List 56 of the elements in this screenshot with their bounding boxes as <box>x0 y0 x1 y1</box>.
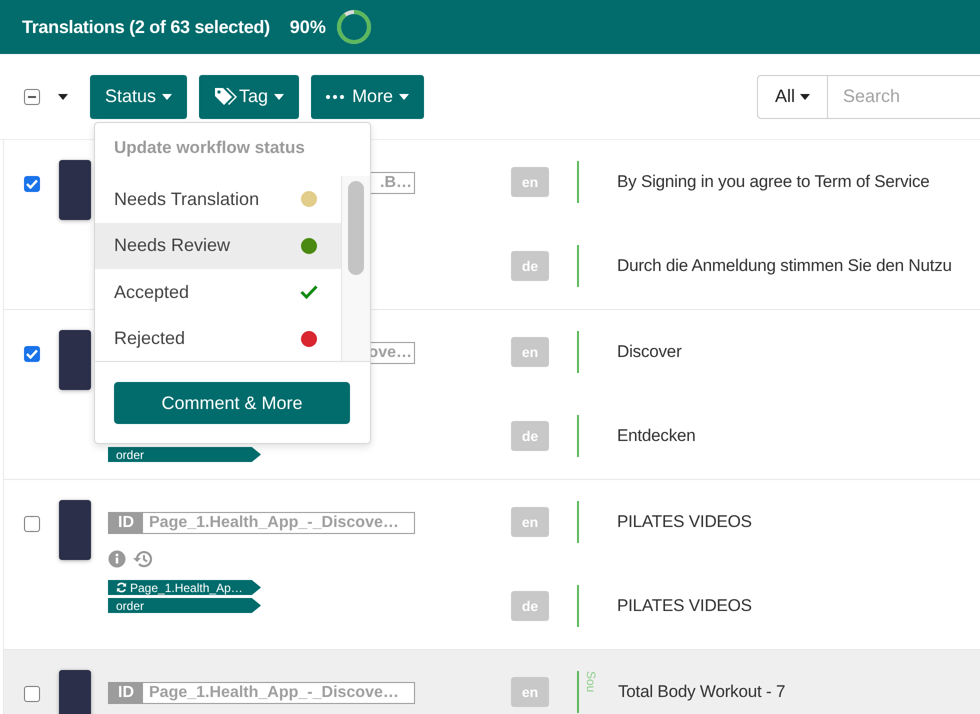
translation-text: Durch die Anmeldung stimmen Sie den Nutzu <box>617 256 952 276</box>
status-bar-line <box>577 331 579 373</box>
status-option[interactable]: Needs Translation <box>95 176 341 222</box>
row-checkbox[interactable] <box>24 176 40 192</box>
translation-text: Discover <box>617 342 682 362</box>
progress-percent: 90% <box>290 16 326 38</box>
key-tag[interactable]: Page_1.Health_Ap… <box>108 580 261 595</box>
row-checkbox[interactable] <box>24 516 40 532</box>
status-button[interactable]: Status <box>90 74 188 118</box>
row-checkbox[interactable] <box>24 686 40 702</box>
key-name: Page_1.Health_App_-_Discove… <box>148 513 400 533</box>
check-icon <box>300 285 318 300</box>
translation-text: Entdecken <box>617 426 696 446</box>
menu-heading: Update workflow status <box>113 137 306 159</box>
screenshot-placeholder <box>59 670 91 714</box>
screenshot-placeholder <box>59 330 91 390</box>
status-bar-line <box>577 245 579 287</box>
status-option[interactable]: Accepted <box>95 269 341 316</box>
key-name: .B… <box>379 173 413 193</box>
sync-icon <box>116 582 127 593</box>
status-option[interactable]: Needs Review <box>95 222 341 269</box>
caret-icon <box>162 94 172 100</box>
id-label: ID <box>109 683 143 703</box>
status-bar-line <box>577 585 579 627</box>
key-tag[interactable]: order <box>108 598 261 613</box>
key-tag[interactable]: order <box>108 447 261 462</box>
scrollbar[interactable] <box>341 176 370 361</box>
caret-icon <box>58 94 68 100</box>
translation-text: By Signing in you agree to Term of Service <box>617 172 930 192</box>
scope-dropdown[interactable]: All <box>757 74 827 118</box>
key-name: Page_1.Health_App_-_Discove… <box>148 683 400 703</box>
caret-icon <box>274 94 284 100</box>
status-option[interactable]: Rejected <box>95 316 341 362</box>
status-bar-line <box>577 415 579 457</box>
source-label: Sou <box>584 671 598 694</box>
caret-icon <box>800 94 810 100</box>
status-bar-line <box>577 161 579 203</box>
more-dots-icon <box>326 94 344 98</box>
translation-text: PILATES VIDEOS <box>617 596 752 616</box>
screenshot-placeholder <box>59 500 91 560</box>
history-icon <box>132 550 152 568</box>
more-button[interactable]: More <box>311 74 424 118</box>
screenshot-placeholder <box>59 160 91 220</box>
status-bar-line <box>577 671 579 713</box>
search-field[interactable]: Search <box>827 74 980 118</box>
translation-text: PILATES VIDEOS <box>617 512 752 532</box>
status-bar-line <box>577 501 579 543</box>
page-title: Translations (2 of 63 selected) <box>22 16 270 38</box>
id-label: ID <box>109 513 143 533</box>
tag-icon <box>214 86 238 106</box>
caret-icon <box>399 94 410 100</box>
comment-and-more-button[interactable]: Comment & More <box>114 382 350 424</box>
select-all-checkbox[interactable] <box>24 88 40 104</box>
tag-button[interactable]: Tag <box>199 74 300 118</box>
translation-text: Total Body Workout - 7 <box>618 682 786 702</box>
row-checkbox[interactable] <box>24 346 40 362</box>
